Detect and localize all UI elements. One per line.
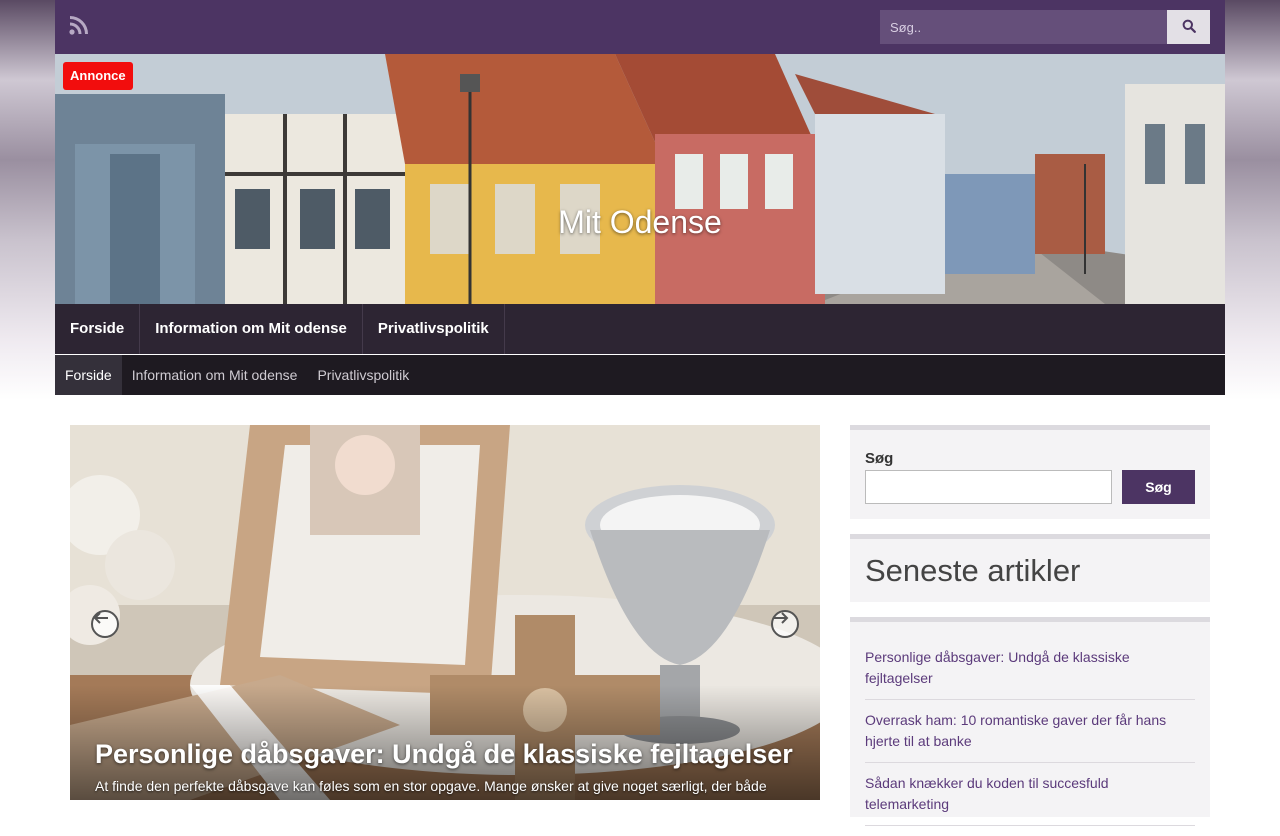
header-banner: Annonce Mit Odense xyxy=(55,54,1225,304)
sidebar-search-widget: Søg Søg xyxy=(850,425,1210,519)
page-wrapper: Annonce Mit Odense Forside Information o… xyxy=(55,0,1225,826)
slider-next-button[interactable] xyxy=(771,610,799,638)
search-input[interactable] xyxy=(880,10,1167,44)
sidebar-search-button[interactable]: Søg xyxy=(1122,470,1195,504)
list-item: Personlige dåbsgaver: Undgå de klassiske… xyxy=(865,647,1195,700)
top-bar xyxy=(55,0,1225,54)
secondary-nav: Forside Information om Mit odense Privat… xyxy=(55,355,1225,395)
subnav-item-privatlivspolitik[interactable]: Privatlivspolitik xyxy=(307,355,419,395)
site-title[interactable]: Mit Odense xyxy=(55,204,1225,241)
latest-article-link[interactable]: Sådan knækker du koden til succesfuld te… xyxy=(865,775,1109,812)
subnav-item-information[interactable]: Information om Mit odense xyxy=(122,355,308,395)
nav-item-privatlivspolitik[interactable]: Privatlivspolitik xyxy=(363,304,505,354)
search-icon xyxy=(1182,19,1196,36)
sidebar-search-label: Søg xyxy=(865,450,894,467)
latest-articles-list: Personlige dåbsgaver: Undgå de klassiske… xyxy=(850,647,1210,836)
primary-nav: Forside Information om Mit odense Privat… xyxy=(55,304,1225,354)
ad-badge: Annonce xyxy=(63,62,133,90)
latest-article-link[interactable]: Overrask ham: 10 romantiske gaver der få… xyxy=(865,712,1166,749)
latest-articles-widget: Personlige dåbsgaver: Undgå de klassiske… xyxy=(850,617,1210,826)
latest-articles-header: Seneste artikler xyxy=(850,534,1210,602)
rss-icon[interactable] xyxy=(69,15,89,35)
sidebar-search-input[interactable] xyxy=(865,470,1112,504)
nav-item-forside[interactable]: Forside xyxy=(55,304,141,354)
nav-item-information[interactable]: Information om Mit odense xyxy=(140,304,363,354)
latest-article-link[interactable]: Personlige dåbsgaver: Undgå de klassiske… xyxy=(865,649,1130,686)
list-item: Overrask ham: 10 romantiske gaver der få… xyxy=(865,710,1195,763)
slide-title[interactable]: Personlige dåbsgaver: Undgå de klassiske… xyxy=(95,739,793,770)
slide-excerpt: At finde den perfekte dåbsgave kan føles… xyxy=(95,778,767,800)
search-button[interactable] xyxy=(1167,10,1210,44)
subnav-item-forside[interactable]: Forside xyxy=(55,355,122,395)
latest-articles-heading: Seneste artikler xyxy=(865,553,1081,588)
header-image xyxy=(55,54,1225,304)
featured-slider[interactable]: Personlige dåbsgaver: Undgå de klassiske… xyxy=(70,425,820,800)
slider-prev-button[interactable] xyxy=(91,610,119,638)
